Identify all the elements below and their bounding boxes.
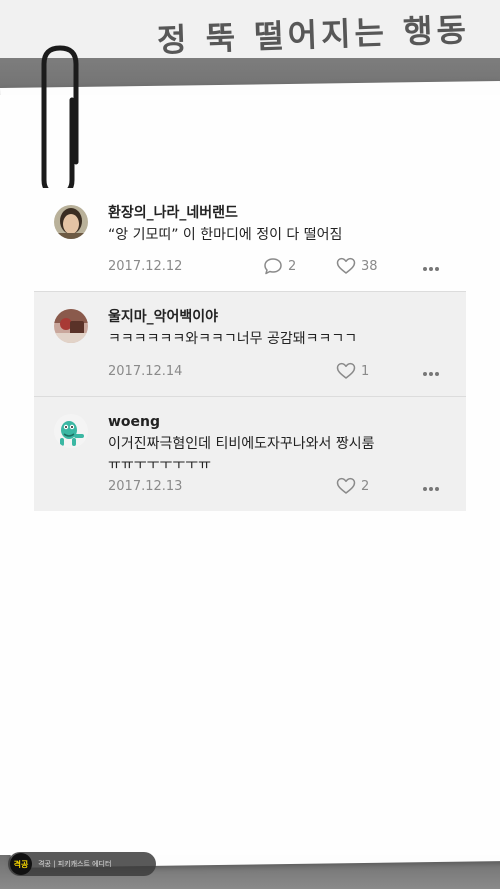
- comment-date: 2017.12.13: [108, 479, 183, 494]
- speech-bubble-icon: [264, 258, 282, 275]
- comment-date: 2017.12.14: [108, 364, 183, 379]
- avatar[interactable]: [54, 414, 88, 448]
- comment-text-line: 이거진짜극혐인데 티비에도자꾸나와서 짱시룸: [108, 436, 375, 452]
- comment-item: 환장의_나라_네버랜드 “앙 기모띠” 이 한마디에 정이 다 떨어짐 2017…: [34, 188, 466, 291]
- more-dots-icon: [423, 267, 439, 271]
- like-button[interactable]: 1: [336, 362, 369, 380]
- comment-username[interactable]: woeng: [108, 413, 466, 431]
- heart-icon: [336, 362, 356, 379]
- page-title: 정 뚝 떨어지는 행동: [156, 10, 471, 60]
- more-dots-icon: [423, 487, 439, 491]
- more-options-button[interactable]: [422, 261, 440, 276]
- comment-date: 2017.12.12: [108, 259, 183, 274]
- editor-credit-text: 격공 | 피키캐스트 에디터: [38, 860, 112, 868]
- reply-button[interactable]: 2: [263, 257, 296, 275]
- user-avatar-icon: [54, 414, 88, 448]
- like-count-value: 2: [361, 478, 370, 494]
- editor-logo: 격공: [10, 853, 32, 875]
- comment-username[interactable]: 울지마_악어백이야: [108, 308, 466, 326]
- more-options-button[interactable]: [422, 481, 440, 496]
- comment-username[interactable]: 환장의_나라_네버랜드: [108, 204, 466, 222]
- comment-text-line: ㅠㅠㅜㅜㅜㅜㅜㅠ: [108, 457, 212, 473]
- like-button[interactable]: 2: [336, 477, 369, 495]
- heart-icon: [336, 477, 356, 494]
- comment-meta: 2017.12.13 2: [108, 477, 440, 497]
- heart-icon: [336, 257, 356, 274]
- editor-credit-badge: 격공 격공 | 피키캐스트 에디터: [8, 852, 156, 876]
- comment-meta: 2017.12.14 1: [108, 362, 440, 382]
- more-options-button[interactable]: [422, 366, 440, 381]
- comment-text: “앙 기모띠” 이 한마디에 정이 다 떨어짐: [108, 227, 343, 243]
- reply-item: woeng 이거진짜극혐인데 티비에도자꾸나와서 짱시룸 ㅠㅠㅜㅜㅜㅜㅜㅠ 20…: [34, 396, 466, 511]
- comment-meta: 2017.12.12 2 38: [108, 257, 440, 277]
- reply-count-value: 2: [288, 258, 297, 274]
- comment-list: 환장의_나라_네버랜드 “앙 기모띠” 이 한마디에 정이 다 떨어짐 2017…: [34, 188, 466, 511]
- comment-text: ㅋㅋㅋㅋㅋㅋ와ㅋㅋㄱ너무 공감돼ㅋㅋㄱㄱ: [108, 331, 358, 347]
- user-avatar-icon: [54, 309, 88, 343]
- user-avatar-icon: [54, 205, 88, 239]
- like-button[interactable]: 38: [336, 257, 378, 275]
- avatar[interactable]: [54, 205, 88, 239]
- avatar[interactable]: [54, 309, 88, 343]
- reply-item: 울지마_악어백이야 ㅋㅋㅋㅋㅋㅋ와ㅋㅋㄱ너무 공감돼ㅋㅋㄱㄱ 2017.12.1…: [34, 291, 466, 396]
- paperclip-icon: [41, 45, 79, 197]
- like-count-value: 1: [361, 363, 370, 379]
- comment-text: 이거진짜극혐인데 티비에도자꾸나와서 짱시룸 ㅠㅠㅜㅜㅜㅜㅜㅠ: [108, 434, 466, 476]
- like-count-value: 38: [361, 258, 378, 274]
- more-dots-icon: [423, 372, 439, 376]
